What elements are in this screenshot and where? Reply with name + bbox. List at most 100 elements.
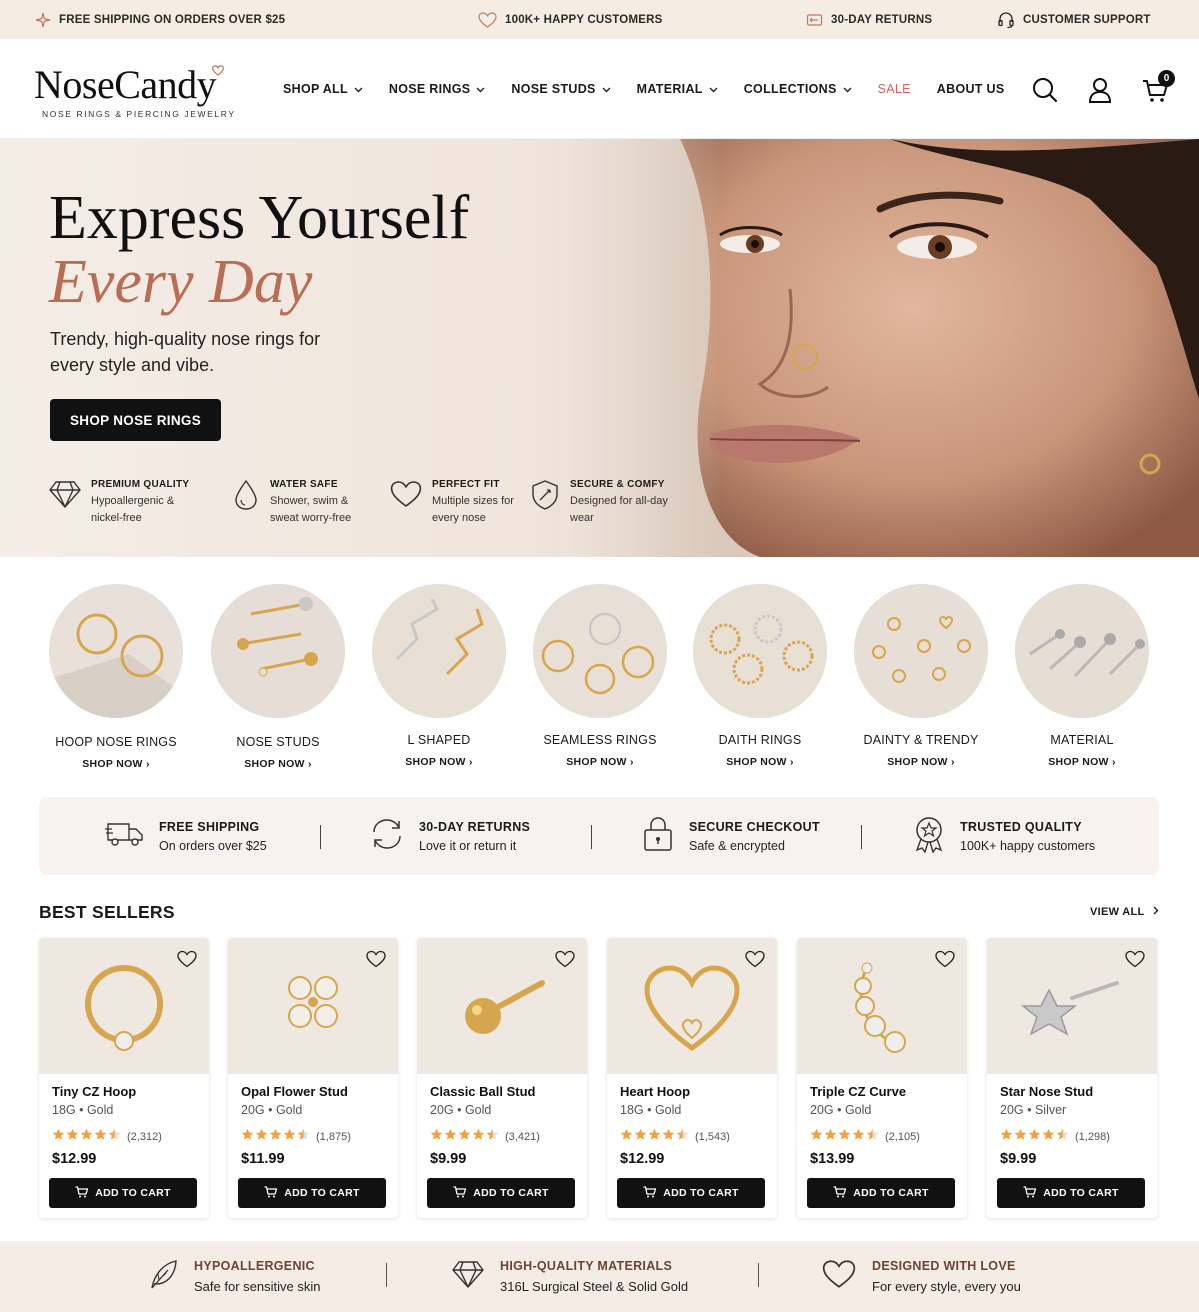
chevron-down-icon [843,82,852,96]
star-icon [620,1128,633,1146]
product-variant: 20G • Gold [810,1103,872,1117]
category-hoop-nose-rings[interactable]: HOOP NOSE RINGS SHOP NOW › [49,584,183,770]
category-label: DAITH RINGS [718,733,802,747]
nav-material[interactable]: MATERIAL [637,82,718,96]
category-image [1015,584,1149,718]
view-all-link[interactable]: VIEW ALL [1090,906,1159,918]
star-icon [241,1128,254,1146]
product-image[interactable] [228,938,398,1074]
category-l-shaped[interactable]: L SHAPED SHOP NOW › [372,584,506,768]
nav-nose-studs[interactable]: NOSE STUDS [511,82,611,96]
product-image[interactable] [797,938,967,1074]
product-image[interactable] [417,938,587,1074]
wishlist-heart-icon[interactable] [745,950,765,973]
account-icon[interactable] [1088,77,1112,108]
review-count: (1,875) [316,1131,351,1143]
lock-icon [641,816,675,857]
star-icon [1042,1128,1055,1146]
refresh-icon [369,816,405,857]
divider [386,1263,387,1287]
category-material[interactable]: MATERIAL SHOP NOW › [1015,584,1149,768]
product-rating: (1,543) [620,1128,730,1146]
wishlist-heart-icon[interactable] [366,950,386,973]
return-box-icon [806,12,823,27]
cart-count-badge: 0 [1158,70,1175,87]
star-icon [824,1128,837,1146]
product-name[interactable]: Triple CZ Curve [810,1084,906,1099]
nav-nose-rings[interactable]: NOSE RINGS [389,82,486,96]
product-name[interactable]: Opal Flower Stud [241,1084,348,1099]
announcement-free-shipping: FREE SHIPPING ON ORDERS OVER $25 [35,0,285,39]
add-to-cart-button[interactable]: ADD TO CART [427,1178,575,1208]
nav-shop-all[interactable]: SHOP ALL [283,82,363,96]
hero-title: Express Yourself [49,184,470,252]
wishlist-heart-icon[interactable] [177,950,197,973]
announcement-support[interactable]: CUSTOMER SUPPORT [997,0,1151,39]
trust-hypoallergenic: HYPOALLERGENIC Safe for sensitive skin [148,1241,320,1312]
trust-materials: HIGH-QUALITY MATERIALS 316L Surgical Stee… [452,1241,688,1312]
add-to-cart-button[interactable]: ADD TO CART [238,1178,386,1208]
add-to-cart-button[interactable]: ADD TO CART [807,1178,955,1208]
nav-about-us[interactable]: ABOUT US [937,82,1005,96]
product-image[interactable] [607,938,777,1074]
product-name[interactable]: Classic Ball Stud [430,1084,535,1099]
benefit-title: TRUSTED QUALITY [960,819,1082,834]
product-card-opal-flower-stud[interactable]: Opal Flower Stud 20G • Gold (1,875) $11.99 A… [228,938,398,1218]
nav-sale[interactable]: SALE [878,82,911,96]
chevron-down-icon [354,82,363,96]
trust-title: DESIGNED WITH LOVE [872,1259,1016,1273]
benefit-title: SECURE CHECKOUT [689,819,820,834]
product-name[interactable]: Star Nose Stud [1000,1084,1093,1099]
search-icon[interactable] [1032,77,1058,108]
add-to-cart-label: ADD TO CART [1043,1187,1119,1199]
star-icon [662,1128,675,1146]
nav-collections[interactable]: COLLECTIONS [744,82,852,96]
best-sellers-heading: BEST SELLERS [39,902,175,922]
logo[interactable]: NoseCandy NOSE RINGS & PIERCING JEWELRY [34,63,236,120]
category-shop-now[interactable]: SHOP NOW › [211,758,345,770]
product-card-star-nose-stud[interactable]: Star Nose Stud 20G • Silver (1,298) $9.99 AD… [987,938,1157,1218]
wishlist-heart-icon[interactable] [1125,950,1145,973]
heart-icon [478,11,497,28]
announcement-label: 100K+ HAPPY CUSTOMERS [505,13,663,26]
category-shop-now[interactable]: SHOP NOW › [49,758,183,770]
product-card-tiny-cz-hoop[interactable]: Tiny CZ Hoop 18G • Gold (2,312) $12.99 ADD T… [39,938,209,1218]
wishlist-heart-icon[interactable] [555,950,575,973]
trust-designed-with-love: DESIGNED WITH LOVE For every style, every… [822,1241,1021,1312]
product-name[interactable]: Tiny CZ Hoop [52,1084,136,1099]
feature-title: WATER SAFE [270,479,338,490]
product-card-heart-hoop[interactable]: Heart Hoop 18G • Gold (1,543) $12.99 ADD TO … [607,938,777,1218]
category-shop-now[interactable]: SHOP NOW › [372,756,506,768]
product-price: $9.99 [430,1151,467,1167]
leaf-icon [148,1258,178,1295]
announcement-bar: FREE SHIPPING ON ORDERS OVER $25 100K+ H… [0,0,1199,39]
add-to-cart-button[interactable]: ADD TO CART [997,1178,1145,1208]
category-daith-rings[interactable]: DAITH RINGS SHOP NOW › [693,584,827,768]
nav-label: SHOP ALL [283,82,348,96]
benefit-title: FREE SHIPPING [159,819,260,834]
product-image[interactable] [987,938,1157,1074]
feature-title: PREMIUM QUALITY [91,479,190,490]
category-nose-studs[interactable]: NOSE STUDS SHOP NOW › [211,584,345,770]
shop-nose-rings-button[interactable]: SHOP NOSE RINGS [50,399,221,441]
wishlist-heart-icon[interactable] [935,950,955,973]
add-to-cart-button[interactable]: ADD TO CART [49,1178,197,1208]
product-image[interactable] [39,938,209,1074]
product-card-classic-ball-stud[interactable]: Classic Ball Stud 20G • Gold (3,421) $9.99 A… [417,938,587,1218]
logo-tagline: NOSE RINGS & PIERCING JEWELRY [42,109,236,119]
category-shop-now[interactable]: SHOP NOW › [533,756,667,768]
category-shop-now[interactable]: SHOP NOW › [854,756,988,768]
category-shop-now[interactable]: SHOP NOW › [693,756,827,768]
announcement-label: 30-DAY RETURNS [831,13,933,26]
category-shop-now[interactable]: SHOP NOW › [1015,756,1149,768]
category-label: L SHAPED [407,733,471,747]
add-to-cart-button[interactable]: ADD TO CART [617,1178,765,1208]
review-count: (2,105) [885,1131,920,1143]
product-card-triple-cz-curve[interactable]: Triple CZ Curve 20G • Gold (2,105) $13.99 AD… [797,938,967,1218]
add-to-cart-label: ADD TO CART [284,1187,360,1199]
hero-feature-quality: PREMIUM QUALITY Hypoallergenic & nickel-f… [49,479,191,526]
product-price: $11.99 [241,1151,285,1167]
category-dainty-trendy[interactable]: DAINTY & TRENDY SHOP NOW › [854,584,988,768]
category-seamless-rings[interactable]: SEAMLESS RINGS SHOP NOW › [533,584,667,768]
product-name[interactable]: Heart Hoop [620,1084,690,1099]
